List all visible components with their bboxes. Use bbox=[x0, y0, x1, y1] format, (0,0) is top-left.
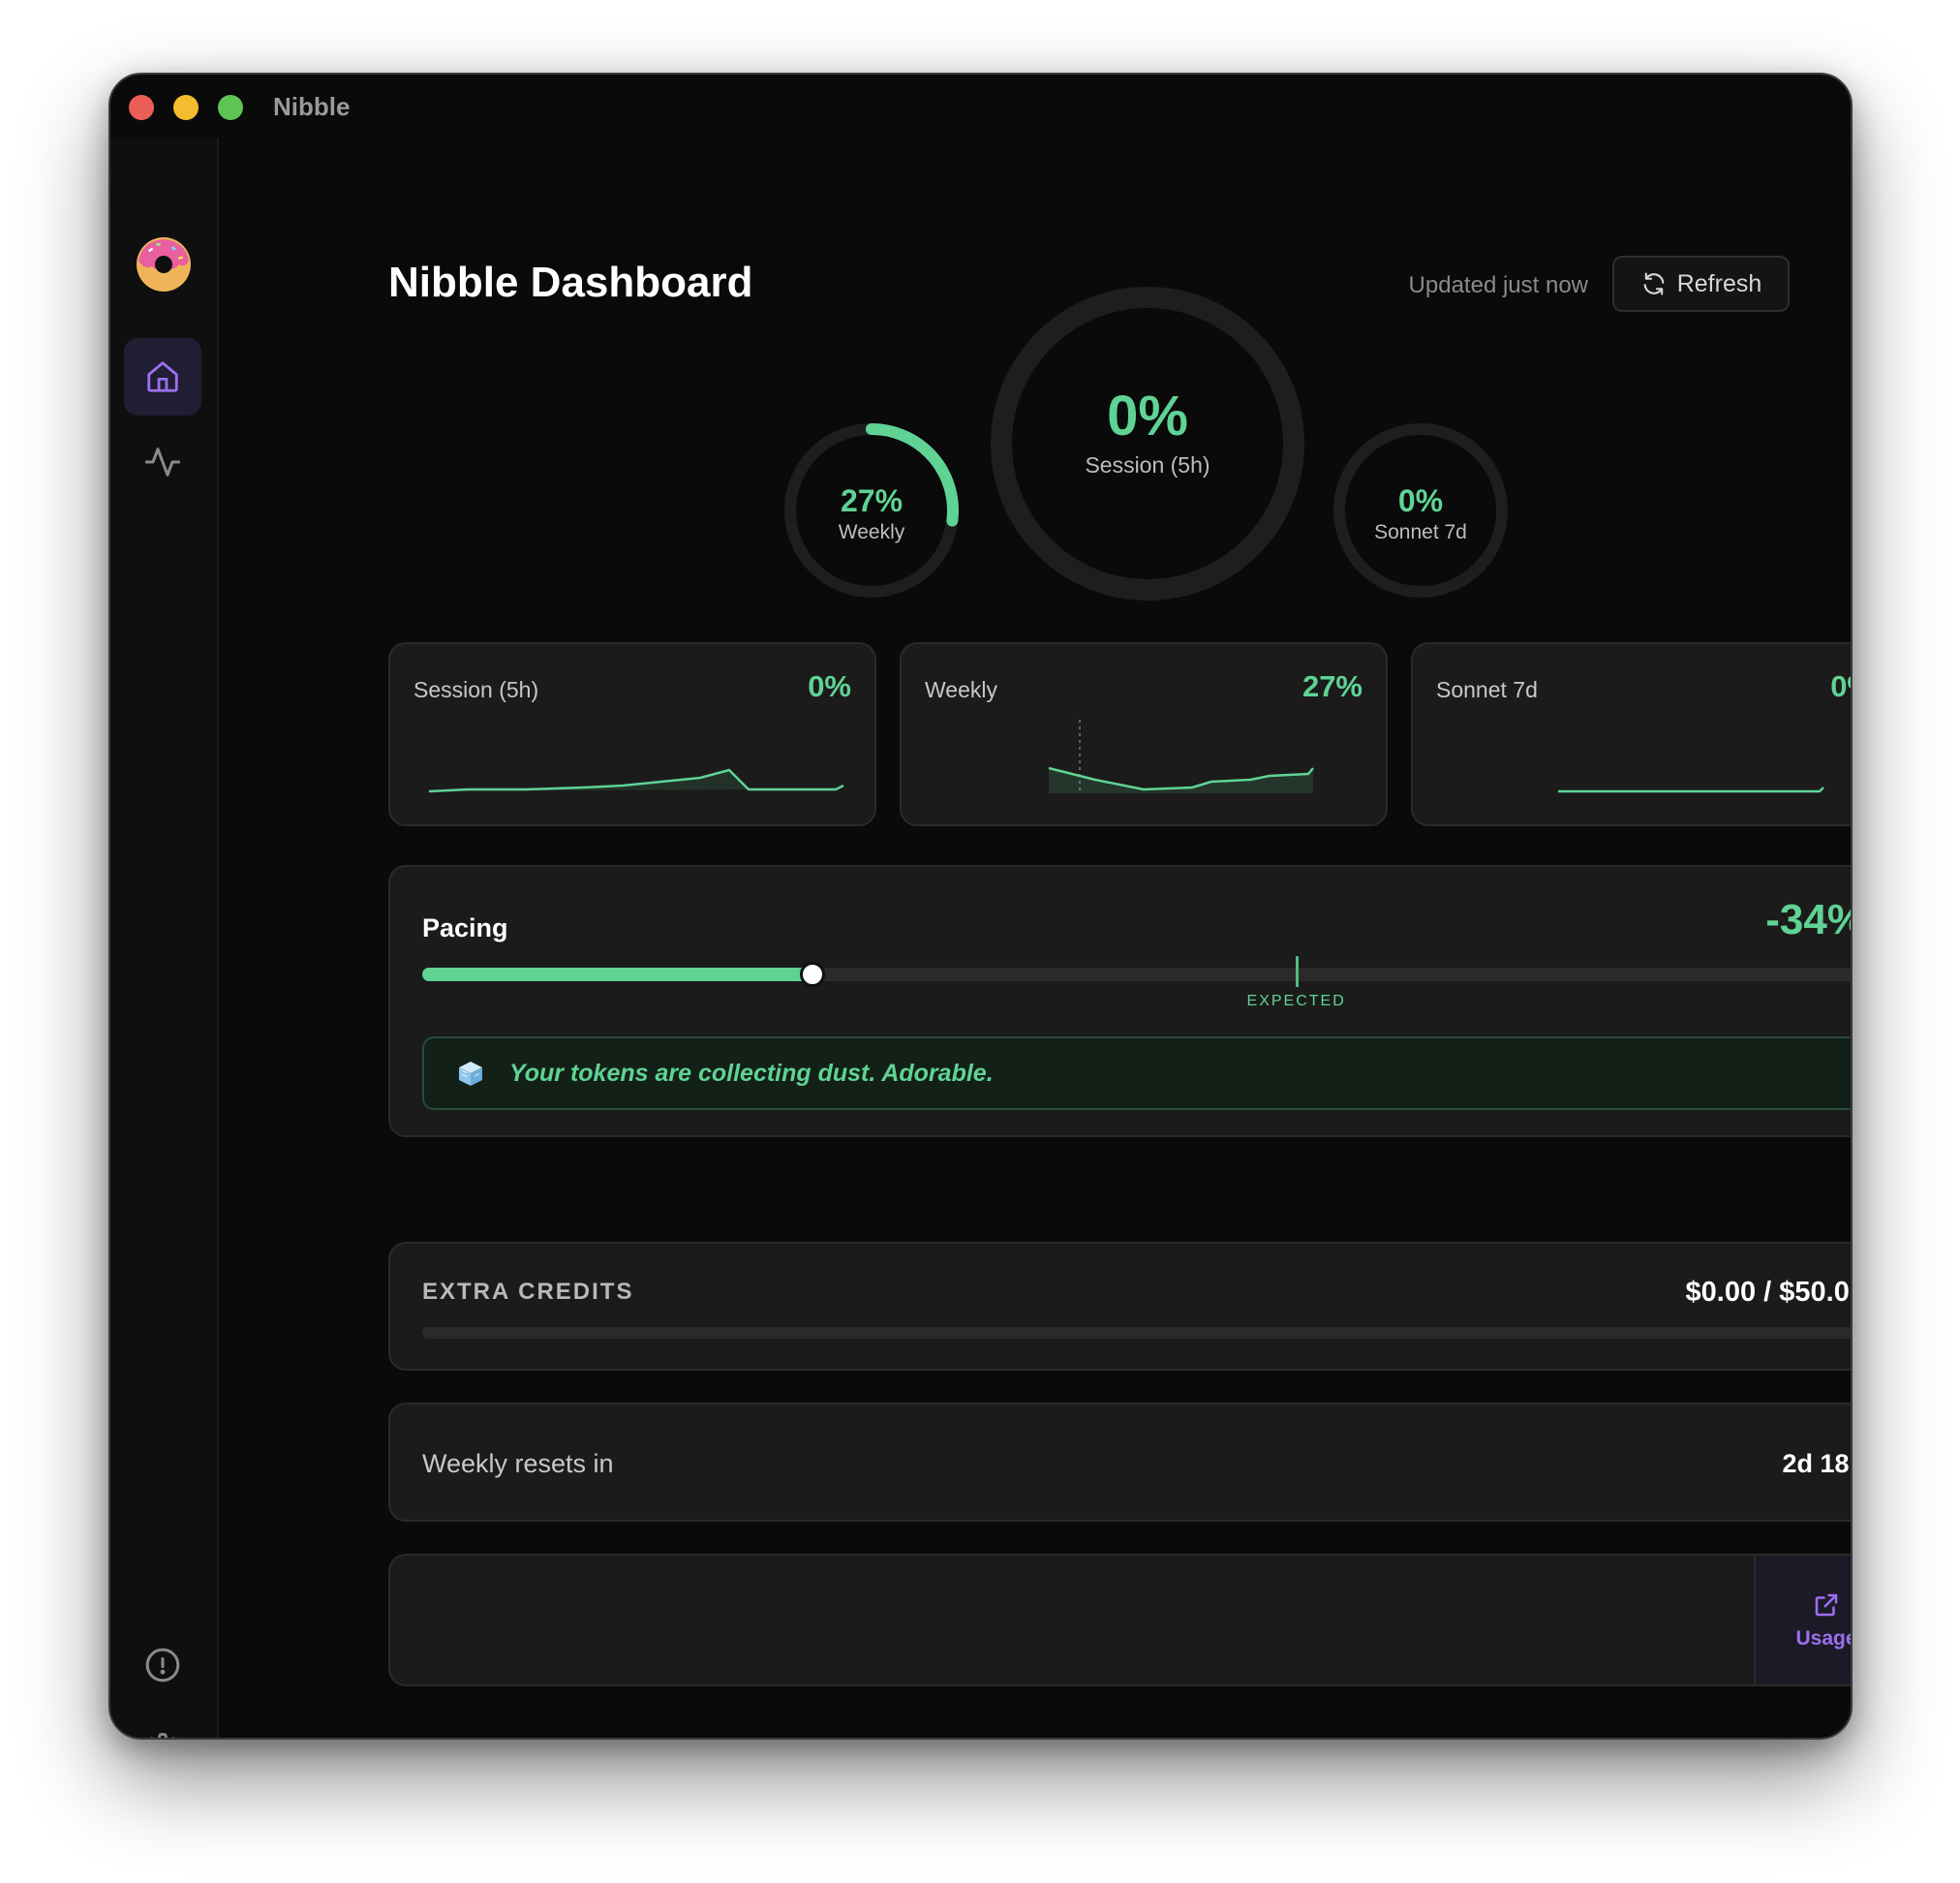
weekly-card-percent: 27% bbox=[1302, 669, 1363, 703]
sonnet-card-percent: 0% bbox=[1830, 669, 1851, 703]
session-card-label: Session (5h) bbox=[413, 677, 539, 702]
main-content: Nibble Dashboard Updated just now Refres… bbox=[219, 75, 1851, 1738]
weekly-sparkline bbox=[1048, 720, 1314, 793]
refresh-icon bbox=[1643, 272, 1665, 295]
session-card[interactable]: Session (5h) 0% bbox=[388, 642, 876, 826]
updated-status: Updated just now bbox=[1408, 272, 1588, 298]
session-sparkline bbox=[428, 768, 844, 793]
sonnet-ring-percent: 0% bbox=[1397, 482, 1444, 518]
expected-label: EXPECTED bbox=[1246, 993, 1346, 1009]
session-ring: 0% Session (5h) bbox=[990, 286, 1305, 602]
expected-marker bbox=[1295, 956, 1299, 987]
usage-button[interactable]: Usage bbox=[1754, 1556, 1853, 1684]
sidebar-item-settings[interactable] bbox=[124, 1712, 201, 1738]
ice-cube-icon bbox=[459, 1062, 482, 1086]
page-title: Nibble Dashboard bbox=[388, 259, 753, 306]
close-window-button[interactable] bbox=[129, 95, 154, 120]
pacing-message-text: Your tokens are collecting dust. Adorabl… bbox=[509, 1059, 994, 1087]
weekly-ring: 27% Weekly bbox=[782, 421, 961, 600]
sidebar bbox=[110, 139, 219, 1738]
usage-label: Usage bbox=[1795, 1626, 1853, 1650]
pacing-percent: -34% bbox=[1765, 896, 1851, 943]
external-link-icon bbox=[1815, 1593, 1838, 1616]
session-card-percent: 0% bbox=[808, 669, 851, 703]
gear-icon bbox=[150, 1732, 175, 1738]
usage-card: Usage bbox=[388, 1554, 1853, 1686]
sidebar-item-info[interactable] bbox=[124, 1626, 201, 1704]
sonnet-ring-label: Sonnet 7d bbox=[1374, 520, 1467, 543]
pacing-track bbox=[422, 956, 1851, 987]
weekly-resets-label: Weekly resets in bbox=[422, 1449, 614, 1478]
weekly-card[interactable]: Weekly 27% bbox=[900, 642, 1388, 826]
extra-credits-title: EXTRA CREDITS bbox=[422, 1279, 634, 1305]
donut-logo-icon bbox=[137, 237, 191, 292]
weekly-resets-value: 2d 18h bbox=[1782, 1449, 1851, 1478]
refresh-label: Refresh bbox=[1676, 269, 1762, 297]
activity-icon bbox=[144, 448, 181, 477]
pacing-title: Pacing bbox=[422, 913, 508, 942]
weekly-ring-label: Weekly bbox=[838, 520, 905, 543]
sonnet-ring: 0% Sonnet 7d bbox=[1332, 421, 1510, 600]
weekly-resets-card: Weekly resets in 2d 18h bbox=[388, 1403, 1851, 1522]
pacing-card: Pacing -34% EXPECTED Your tokens are col… bbox=[388, 865, 1851, 1137]
pacing-fill bbox=[422, 968, 812, 981]
session-ring-percent: 0% bbox=[1107, 385, 1188, 448]
app-window: Nibble Nibble Dashboard Updated just now… bbox=[108, 73, 1853, 1740]
home-icon bbox=[147, 361, 178, 392]
weekly-ring-percent: 27% bbox=[840, 482, 903, 518]
sonnet-card[interactable]: Sonnet 7d 0% bbox=[1411, 642, 1851, 826]
pacing-message: Your tokens are collecting dust. Adorabl… bbox=[422, 1036, 1851, 1110]
minimize-window-button[interactable] bbox=[173, 95, 199, 120]
extra-credits-card: EXTRA CREDITS $0.00 / $50.00 bbox=[388, 1242, 1853, 1371]
sonnet-sparkline bbox=[1558, 787, 1824, 793]
weekly-card-label: Weekly bbox=[925, 677, 997, 702]
info-icon bbox=[145, 1648, 180, 1682]
pacing-knob bbox=[799, 962, 825, 987]
sidebar-item-home[interactable] bbox=[124, 338, 201, 416]
sidebar-item-activity[interactable] bbox=[124, 423, 201, 501]
refresh-button[interactable]: Refresh bbox=[1612, 256, 1790, 312]
sonnet-card-label: Sonnet 7d bbox=[1436, 677, 1538, 702]
session-ring-label: Session (5h) bbox=[1085, 452, 1210, 478]
extra-credits-value: $0.00 / $50.00 bbox=[1685, 1277, 1853, 1308]
extra-credits-track bbox=[422, 1327, 1851, 1339]
